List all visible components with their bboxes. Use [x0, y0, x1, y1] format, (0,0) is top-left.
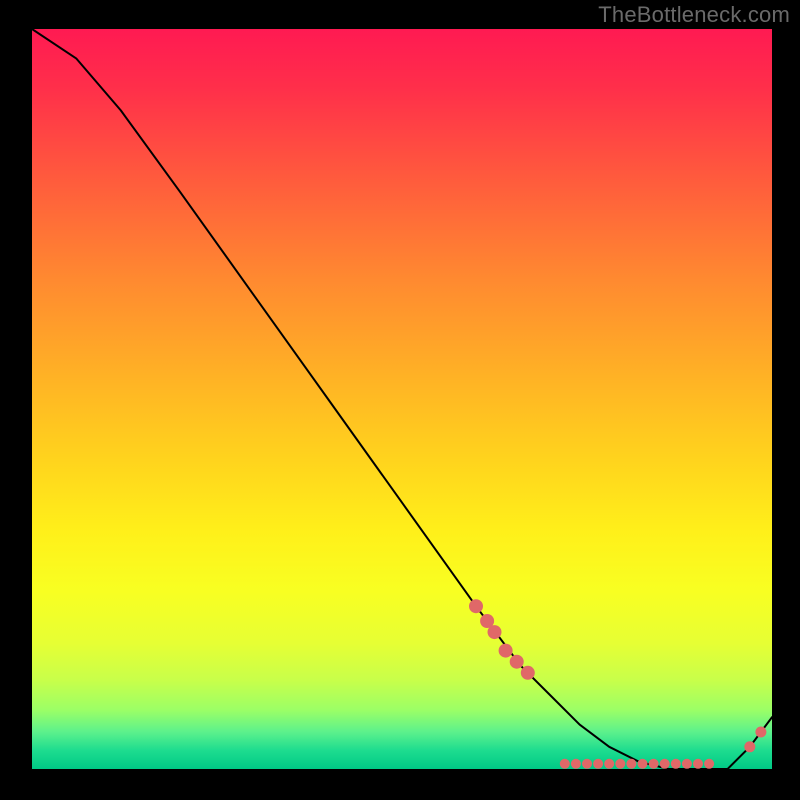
watermark-text: TheBottleneck.com	[598, 2, 790, 28]
data-point	[582, 759, 592, 769]
data-point	[604, 759, 614, 769]
chart-frame: TheBottleneck.com	[0, 0, 800, 800]
data-point	[671, 759, 681, 769]
chart-svg	[32, 29, 772, 769]
data-markers	[469, 599, 766, 769]
data-point	[626, 759, 636, 769]
data-point	[693, 759, 703, 769]
bottleneck-curve	[32, 29, 772, 769]
data-point	[488, 625, 502, 639]
data-point	[638, 759, 648, 769]
data-point	[499, 644, 513, 658]
data-point	[593, 759, 603, 769]
data-point	[682, 759, 692, 769]
data-point	[560, 759, 570, 769]
plot-area	[32, 29, 772, 769]
data-point	[469, 599, 483, 613]
data-point	[571, 759, 581, 769]
data-point	[521, 666, 535, 680]
data-point	[510, 655, 524, 669]
data-point	[615, 759, 625, 769]
data-point	[744, 741, 755, 752]
data-point	[660, 759, 670, 769]
data-point	[649, 759, 659, 769]
data-point	[755, 727, 766, 738]
data-point	[704, 759, 714, 769]
